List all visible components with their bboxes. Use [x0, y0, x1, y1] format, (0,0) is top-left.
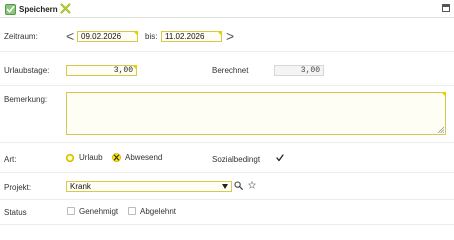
row-separator — [0, 51, 454, 52]
projekt-label: Projekt: — [4, 183, 32, 192]
berechnet-value: 3,00 — [274, 65, 324, 76]
row-separator — [0, 142, 454, 143]
radio-abwesend-selected[interactable] — [112, 153, 121, 162]
abgelehnt-checkbox[interactable] — [128, 207, 136, 215]
sozialbedingt-checkbox[interactable] — [276, 154, 284, 162]
bemerkung-label: Bemerkung: — [4, 95, 48, 104]
date-from-input[interactable]: 09.02.2026 — [77, 31, 138, 42]
status-label: Status — [4, 208, 27, 217]
row-separator — [0, 85, 454, 86]
row-separator — [0, 172, 454, 173]
bis-label: bis: — [145, 32, 158, 41]
urlaub-label: Urlaub — [79, 153, 103, 162]
save-label: Speichern — [19, 4, 58, 14]
star-icon[interactable] — [248, 181, 256, 189]
next-period-arrow[interactable]: > — [226, 29, 234, 43]
row-separator — [0, 224, 454, 225]
save-check-icon — [5, 3, 16, 15]
genehmigt-checkbox[interactable] — [67, 207, 75, 215]
urlaubstage-input[interactable]: 3,00 — [66, 65, 137, 76]
art-option-abwesend[interactable]: Abwesend — [112, 153, 162, 162]
projekt-selected-value: Krank — [70, 182, 91, 191]
row-separator — [0, 199, 454, 200]
maximize-icon[interactable] — [442, 4, 450, 12]
art-label: Art: — [4, 155, 17, 164]
bemerkung-textarea[interactable] — [66, 92, 446, 135]
abgelehnt-label: Abgelehnt — [140, 207, 177, 216]
zeitraum-label: Zeitraum: — [4, 32, 38, 41]
resize-grip-icon[interactable] — [438, 127, 444, 133]
date-to-input[interactable]: 11.02.2026 — [161, 31, 222, 42]
genehmigt-label: Genehmigt — [79, 207, 119, 216]
chevron-down-icon — [222, 184, 228, 189]
urlaubstage-label: Urlaubstage: — [4, 66, 50, 75]
projekt-select[interactable]: Krank — [66, 181, 232, 192]
abwesend-label: Abwesend — [125, 153, 163, 162]
prev-period-arrow[interactable]: < — [66, 29, 74, 43]
radio-urlaub[interactable] — [66, 153, 74, 162]
search-icon[interactable] — [234, 181, 243, 190]
cancel-x-icon[interactable] — [60, 3, 71, 14]
art-option-urlaub[interactable]: Urlaub — [66, 153, 103, 162]
sozialbedingt-label: Sozialbedingt — [212, 155, 261, 164]
toolbar: Speichern — [0, 0, 454, 18]
save-button[interactable]: Speichern — [5, 2, 58, 16]
berechnet-label: Berechnet — [212, 66, 249, 75]
